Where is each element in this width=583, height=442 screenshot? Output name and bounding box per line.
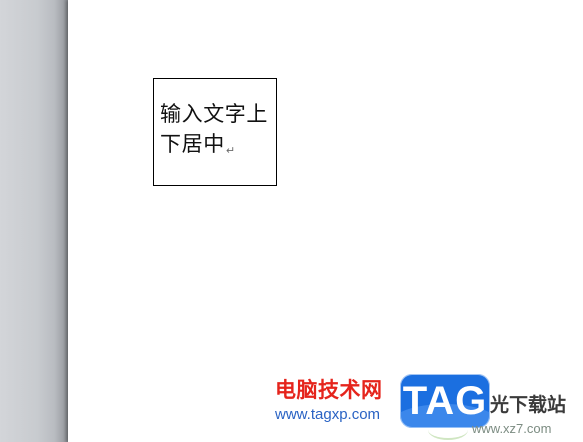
watermark-partner-url: www.xz7.com bbox=[472, 421, 552, 436]
watermark-swirl-icon bbox=[428, 420, 468, 440]
text-box-line-2-text: 下居中 bbox=[160, 131, 225, 156]
watermark-site-name: 电脑技术网 bbox=[275, 378, 383, 402]
text-box-line-1-text: 输入文字上 bbox=[160, 101, 268, 126]
text-box-line-2: 下居中↵ bbox=[160, 129, 276, 166]
watermark-partner-name: 光下载站 bbox=[490, 394, 567, 416]
watermark-site-url: www.tagxp.com bbox=[275, 406, 381, 423]
word-document-workspace: 输入文字上 下居中↵ 电脑技术网 www.tagxp.com TAG 光下载站 … bbox=[0, 0, 583, 442]
paragraph-mark-icon: ↵ bbox=[225, 143, 236, 157]
workspace-gray-margin bbox=[0, 0, 68, 442]
text-box-line-1: 输入文字上 bbox=[160, 99, 276, 129]
text-box[interactable]: 输入文字上 下居中↵ bbox=[153, 78, 277, 186]
